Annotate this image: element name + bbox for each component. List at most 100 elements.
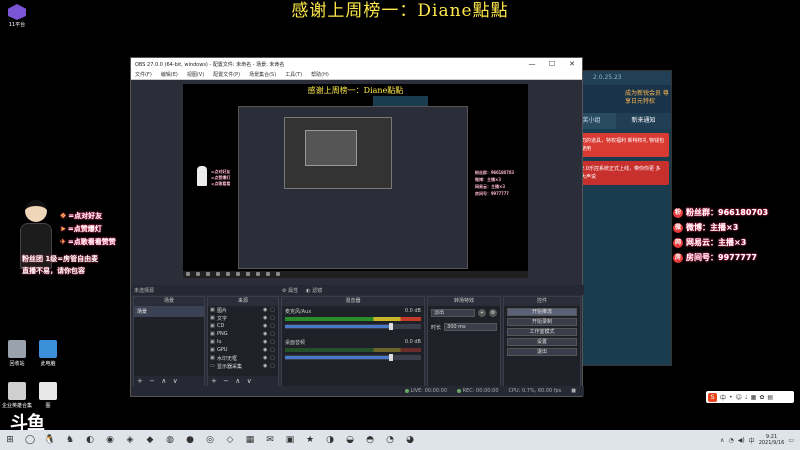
settings-gear-icon[interactable]: ⚙	[489, 309, 497, 317]
lock-icon[interactable]: ▢	[270, 331, 276, 337]
app-icon[interactable]: ◆	[142, 433, 158, 447]
scene-item[interactable]: 场景	[134, 306, 204, 317]
filters-button[interactable]: ◐ 滤镜	[306, 287, 322, 294]
close-button[interactable]: ✕	[562, 60, 582, 68]
desktop-icon-recycle-bin[interactable]: 回收站	[2, 340, 32, 367]
app-icon[interactable]: ◒	[342, 433, 358, 447]
lock-icon[interactable]: ▢	[270, 315, 276, 321]
visibility-eye-icon[interactable]: ◉	[263, 331, 270, 337]
move-up-button[interactable]: ∧	[161, 377, 166, 385]
source-item[interactable]: ▣ lu ◉ ▢	[208, 338, 278, 346]
properties-button[interactable]: ⚙ 属性	[282, 287, 298, 294]
add-transition-button[interactable]: +	[478, 309, 486, 317]
source-item[interactable]: ▣ PNG ◉ ▢	[208, 330, 278, 338]
keyboard-icon[interactable]: ▦	[751, 394, 757, 401]
desktop-icon-this-pc[interactable]: 此电脑	[33, 340, 63, 367]
app-icon[interactable]: ▣	[282, 433, 298, 447]
visibility-eye-icon[interactable]: ◉	[263, 363, 270, 369]
menu-view[interactable]: 视图(V)	[187, 71, 204, 78]
source-item[interactable]: ▣ 文字 ◉ ▢	[208, 314, 278, 322]
skin-icon[interactable]: ✿	[759, 394, 764, 401]
microphone-icon[interactable]: ♩	[745, 394, 748, 401]
source-item[interactable]: ▣ CD ◉ ▢	[208, 322, 278, 330]
source-item[interactable]: ▣ 水印无框 ◉ ▢	[208, 354, 278, 362]
menu-edit[interactable]: 编辑(E)	[161, 71, 178, 78]
lock-icon[interactable]: ▢	[270, 323, 276, 329]
move-down-button[interactable]: ∨	[173, 377, 178, 385]
desktop-icon-game[interactable]: 企业英雄合集	[2, 382, 32, 409]
app-icon[interactable]: ▦	[242, 433, 258, 447]
desktop-icon-image[interactable]: 图	[33, 382, 63, 409]
transition-select[interactable]: 淡出	[431, 309, 475, 317]
corner-app-icon[interactable]: 11平台	[6, 4, 28, 30]
source-item[interactable]: ▭ 显示器采集 ◉ ▢	[208, 362, 278, 370]
chevron-up-icon[interactable]: ∧	[720, 437, 724, 444]
app-icon[interactable]: ◈	[122, 433, 138, 447]
duration-input[interactable]: 300 ms	[444, 323, 497, 331]
ime-icon[interactable]: 中	[749, 436, 755, 445]
app-icon[interactable]: ★	[302, 433, 318, 447]
app-icon[interactable]: ◍	[162, 433, 178, 447]
visibility-eye-icon[interactable]: ◉	[263, 323, 270, 329]
app-icon[interactable]: ◕	[402, 433, 418, 447]
move-up-button[interactable]: ∧	[235, 377, 240, 385]
qq-icon[interactable]: 🐧	[42, 433, 58, 447]
menu-help[interactable]: 帮助(H)	[311, 71, 329, 78]
search-icon[interactable]: ◯	[22, 433, 38, 447]
lock-icon[interactable]: ▢	[270, 307, 276, 313]
start-button[interactable]: ⊞	[2, 433, 18, 447]
remove-source-button[interactable]: −	[223, 377, 229, 385]
obs-window[interactable]: OBS 27.0.0 (64-bit, windows) - 配置文件: 未命名…	[130, 57, 584, 397]
tab-notifications[interactable]: 新来通知	[616, 113, 671, 129]
clock[interactable]: 9:21 2021/9/16	[759, 434, 785, 446]
notification-icon[interactable]: ▭	[788, 437, 794, 444]
minimize-button[interactable]: —	[522, 60, 542, 68]
app-icon[interactable]: ◓	[362, 433, 378, 447]
visibility-eye-icon[interactable]: ◉	[263, 307, 270, 313]
app-icon[interactable]: ◔	[382, 433, 398, 447]
visibility-eye-icon[interactable]: ◉	[263, 355, 270, 361]
obs-titlebar[interactable]: OBS 27.0.0 (64-bit, windows) - 配置文件: 未命名…	[131, 58, 582, 70]
menu-scene-collection[interactable]: 场景集合(S)	[249, 71, 276, 78]
fader-knob[interactable]	[389, 354, 394, 361]
lock-icon[interactable]: ▢	[270, 339, 276, 345]
obs-icon[interactable]: ◉	[102, 433, 118, 447]
mail-icon[interactable]: ✉	[262, 433, 278, 447]
lock-icon[interactable]: ▢	[270, 363, 276, 369]
move-down-button[interactable]: ∨	[247, 377, 252, 385]
visibility-eye-icon[interactable]: ◉	[263, 315, 270, 321]
visibility-eye-icon[interactable]: ◉	[263, 347, 270, 353]
ime-language-toggle[interactable]: 中	[720, 393, 726, 402]
network-icon[interactable]: ◔	[728, 437, 733, 444]
menu-tools[interactable]: 工具(T)	[285, 71, 302, 78]
settings-button[interactable]: 设置	[507, 338, 577, 346]
start-recording-button[interactable]: 开始录制	[507, 318, 577, 326]
punctuation-icon[interactable]: •	[729, 394, 733, 401]
volume-fader[interactable]: ◀)	[285, 353, 435, 361]
obs-preview[interactable]: 感谢上周榜一：Diane點點 =点对好友 =点赞爆灯 =点歌看看 粉丝群：966…	[183, 84, 528, 278]
app-icon[interactable]: ◑	[322, 433, 338, 447]
add-scene-button[interactable]: +	[137, 377, 143, 385]
volume-fader[interactable]: ◀)	[285, 322, 435, 330]
start-streaming-button[interactable]: 开始推流	[507, 308, 577, 316]
app-icon[interactable]: ◐	[82, 433, 98, 447]
add-source-button[interactable]: +	[211, 377, 217, 385]
app-icon[interactable]: ●	[182, 433, 198, 447]
emoji-icon[interactable]: ☺	[736, 394, 742, 401]
maximize-button[interactable]: ☐	[542, 60, 562, 68]
fader-knob[interactable]	[389, 323, 394, 330]
studio-mode-button[interactable]: 工作室模式	[507, 328, 577, 336]
steam-icon[interactable]: ♞	[62, 433, 78, 447]
menu-profile[interactable]: 配置文件(P)	[213, 71, 240, 78]
ime-toolbar[interactable]: S 中 • ☺ ♩ ▦ ✿ ▤	[706, 391, 794, 403]
lock-icon[interactable]: ▢	[270, 355, 276, 361]
app-icon[interactable]: ◇	[222, 433, 238, 447]
exit-button[interactable]: 退出	[507, 348, 577, 356]
lock-icon[interactable]: ▢	[270, 347, 276, 353]
source-item[interactable]: ▣ 图片 ◉ ▢	[208, 306, 278, 314]
source-item[interactable]: ▣ GPU ◉ ▢	[208, 346, 278, 354]
app-icon[interactable]: ◎	[202, 433, 218, 447]
volume-icon[interactable]: ◀)	[738, 437, 745, 444]
menu-grid-icon[interactable]: ▤	[767, 394, 773, 401]
visibility-eye-icon[interactable]: ◉	[263, 339, 270, 345]
